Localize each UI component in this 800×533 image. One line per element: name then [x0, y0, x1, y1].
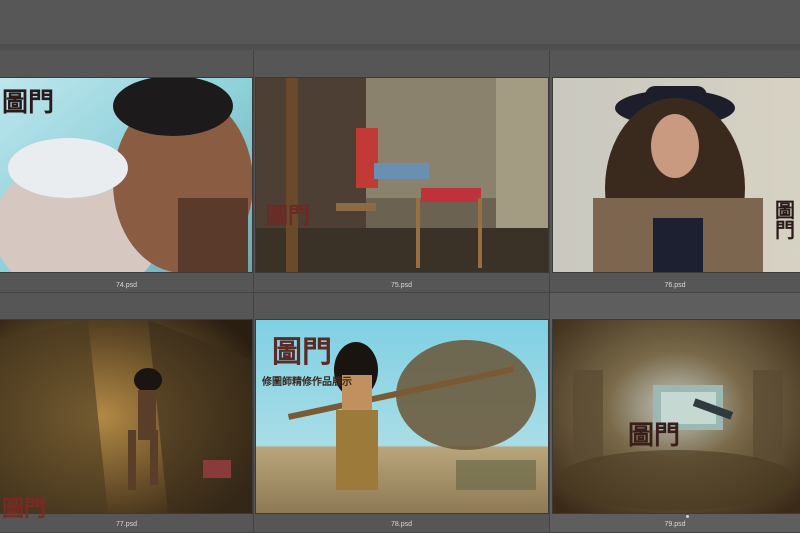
thumbnail-cell[interactable]: 圖門 79.psd	[550, 293, 800, 533]
thumbnail-cell[interactable]: 圖門 75.psd	[254, 50, 550, 293]
watermark-logo: 圖門	[266, 203, 311, 229]
thumbnail-image[interactable]	[0, 320, 252, 513]
watermark-logo: 圖門	[2, 88, 55, 118]
thumbnail-image[interactable]	[553, 320, 800, 513]
thumbnail-cell[interactable]: 圖門 修圖師精修作品展示 78.psd	[254, 293, 550, 533]
thumbnail-cell[interactable]: 圖門 74.psd	[0, 50, 254, 293]
thumbnail-cell[interactable]: 圖門 76.psd	[550, 50, 800, 293]
watermark-logo: 圖門	[2, 496, 47, 522]
file-name-label: 77.psd	[115, 521, 138, 528]
file-name-label: 76.psd	[664, 282, 686, 289]
watermark-caption: 修圖師精修作品展示	[262, 377, 352, 388]
thumbnail-image[interactable]	[256, 78, 548, 272]
file-name-label: 75.psd	[390, 282, 413, 289]
file-name-label: 79.psd	[664, 521, 686, 528]
watermark-logo: 圖門	[272, 335, 332, 370]
thumbnail-image[interactable]	[553, 78, 800, 272]
watermark-logo: 圖門	[775, 198, 795, 242]
file-name-label: 78.psd	[390, 521, 413, 528]
watermark-logo: 圖門	[628, 421, 681, 451]
thumbnail-grid: 圖門 74.psd 圖門 75.psd 圖門 76.psd 圖門 77.psd …	[0, 50, 800, 533]
selection-indicator	[686, 515, 689, 518]
toolbar-area	[0, 0, 800, 50]
thumbnail-cell[interactable]: 圖門 77.psd	[0, 293, 254, 533]
file-name-label: 74.psd	[115, 282, 138, 289]
